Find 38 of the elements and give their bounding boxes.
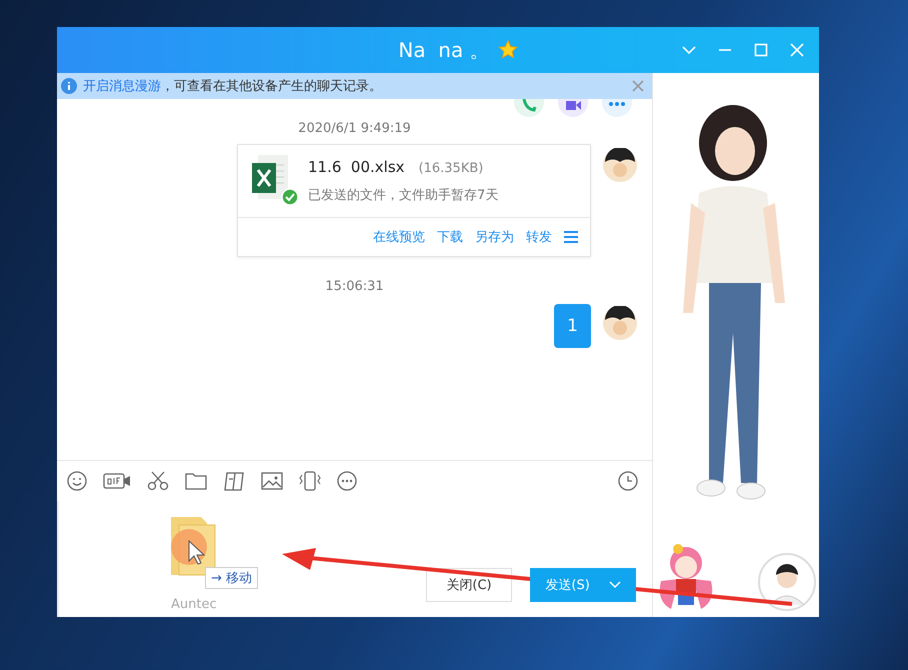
message-time: 2020/6/1 9:49:19 (297, 121, 412, 136)
window-title: Na na 。 (398, 36, 490, 64)
dragged-file-label: Auntec (171, 597, 217, 612)
file-status: 已发送的文件，文件助手暂存7天 (308, 187, 498, 204)
file-action-link[interactable]: 转发 (526, 228, 552, 246)
notice-link[interactable]: 开启消息漫游 (83, 79, 161, 94)
video-icon[interactable] (558, 99, 588, 117)
file-name: 11.6 00.xlsx (308, 158, 405, 176)
scissors-icon[interactable] (147, 471, 169, 491)
menu-icon[interactable] (564, 231, 578, 243)
send-label: 发送(S) (545, 577, 590, 594)
clock-icon[interactable] (618, 471, 638, 491)
phone-icon[interactable] (514, 99, 544, 117)
spreadsheet-file-icon (252, 155, 298, 205)
screenshot-icon[interactable] (223, 471, 245, 491)
drag-tooltip: → 移动 (205, 567, 258, 589)
gif-icon[interactable] (103, 471, 131, 491)
notice-text: 开启消息漫游，可查看在其他设备产生的聊天记录。 (83, 78, 383, 95)
message-input-field[interactable]: → 移动 Auntec 关闭(C) 发送(S) (57, 501, 652, 617)
more-icon[interactable] (337, 471, 357, 491)
star-icon (498, 40, 518, 60)
caret-icon[interactable] (608, 581, 621, 589)
avatar-icon (603, 148, 637, 182)
folder-icon[interactable] (185, 471, 207, 491)
more-icon[interactable] (602, 99, 632, 117)
vibrate-icon[interactable] (299, 471, 321, 491)
emoji-icon[interactable] (67, 471, 87, 491)
info-icon (61, 78, 77, 94)
avatar-icon[interactable] (758, 553, 816, 611)
message-bubble: 1 (554, 304, 591, 348)
file-action-link[interactable]: 另存为 (475, 228, 514, 246)
file-action-link[interactable]: 下载 (437, 228, 463, 246)
message-time: 15:06:31 (324, 279, 385, 294)
file-action-link[interactable]: 在线预览 (373, 228, 425, 246)
send-button[interactable]: 发送(S) (530, 568, 636, 602)
file-size: (16.35KB) (418, 161, 484, 176)
image-icon[interactable] (261, 471, 283, 491)
avatar-icon (603, 306, 637, 340)
